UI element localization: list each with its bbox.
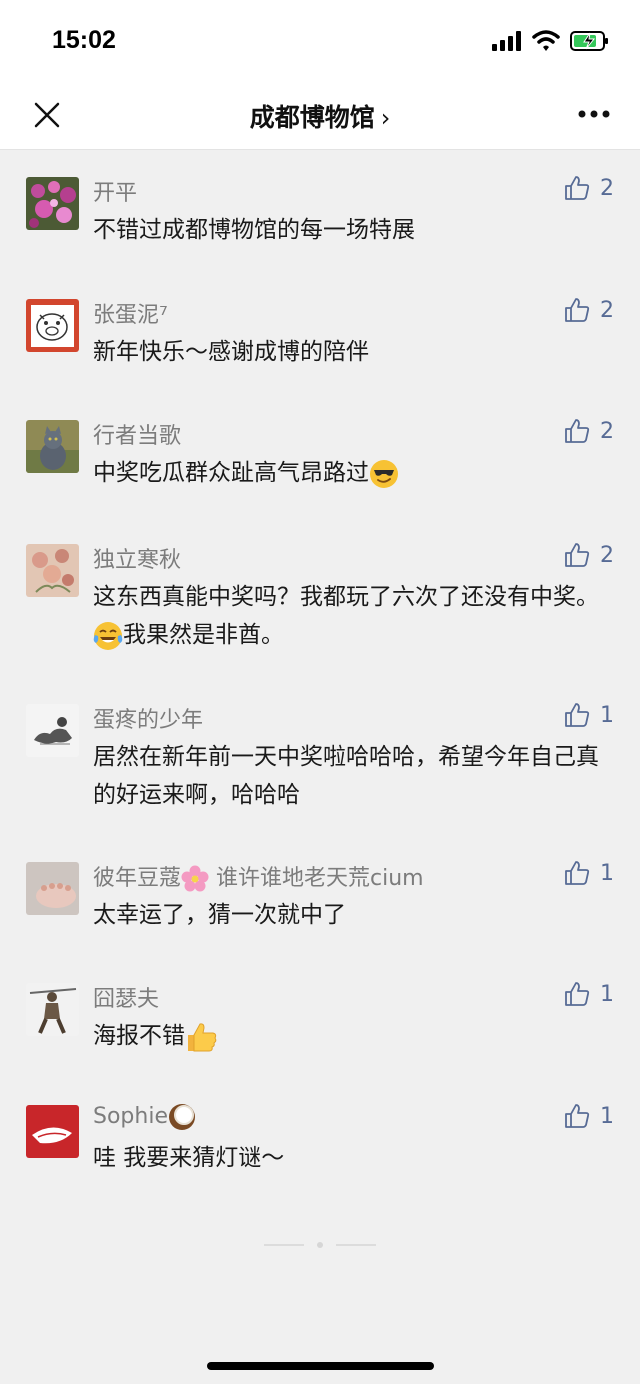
like-count: 2 (600, 175, 614, 201)
comment-text: 不错过成都博物馆的每一场特展 (93, 217, 415, 243)
avatar[interactable] (26, 420, 79, 473)
status-time: 15:02 (52, 26, 116, 54)
thumbs-up-icon (565, 703, 590, 727)
like-button[interactable]: 1 (564, 981, 614, 1007)
like-button[interactable]: 1 (564, 1103, 614, 1129)
like-count: 1 (600, 702, 614, 728)
comment-text-content: 我果然是非酋。 (123, 622, 284, 648)
chevron-right-icon: › (380, 104, 391, 132)
thumbs-up-icon (565, 1104, 590, 1128)
navigation-bar: 成都博物馆 › (0, 80, 640, 150)
page-title[interactable]: 成都博物馆 › (0, 98, 640, 134)
thumbs-up-icon (565, 176, 590, 200)
avatar[interactable] (26, 704, 79, 757)
avatar[interactable] (26, 862, 79, 915)
comment-text: 哇 我要来猜灯谜～ (93, 1145, 285, 1171)
like-button[interactable]: 2 (564, 175, 614, 201)
comment-author-part: 谁许谁地老天荒cium (209, 866, 424, 891)
coconut-emoji-icon (168, 1104, 195, 1130)
thumbs-up-icon (565, 982, 590, 1006)
page-title-text: 成都博物馆 (249, 103, 375, 132)
comment-author[interactable]: 彼年豆蔻 谁许谁地老天荒cium (93, 860, 424, 893)
like-button[interactable]: 1 (564, 860, 614, 886)
comment-author-part: Sophie (93, 1104, 168, 1129)
end-of-list-divider (264, 1242, 376, 1248)
wifi-icon (532, 30, 560, 51)
comment-text-content: 这东西真能中奖吗？我都玩了六次了还没有中奖。 (93, 584, 599, 610)
avatar[interactable] (26, 544, 79, 597)
comment-text-content: 海报不错 (93, 1023, 185, 1049)
comment-author[interactable]: 开平 (93, 175, 137, 207)
avatar[interactable] (26, 299, 79, 352)
like-count: 2 (600, 418, 614, 444)
thumbs-up-icon (565, 419, 590, 443)
comment-author[interactable]: 张蛋泥⁷ (93, 297, 168, 329)
cool-sunglasses-emoji-icon (370, 459, 398, 488)
cherry-blossom-emoji-icon (181, 865, 209, 892)
tears-of-joy-emoji-icon (93, 621, 123, 650)
comment-author-part: 彼年豆蔻 (93, 866, 182, 891)
comment-text: 居然在新年前一天中奖啦哈哈哈，希望今年自己真的好运来啊，哈哈哈 (93, 744, 599, 808)
like-button[interactable]: 2 (564, 542, 614, 568)
like-count: 2 (600, 297, 614, 323)
home-indicator[interactable] (207, 1362, 434, 1370)
comment-text: 中奖吃瓜群众趾高气昂路过 (93, 454, 603, 492)
comment-text: 太幸运了，猜一次就中了 (93, 902, 346, 928)
comment-text: 海报不错 (93, 1017, 603, 1055)
status-icons (492, 30, 610, 52)
status-bar: 15:02 (0, 0, 640, 80)
like-count: 1 (600, 981, 614, 1007)
like-count: 1 (600, 1103, 614, 1129)
comment-text: 新年快乐～感谢成博的陪伴 (93, 339, 369, 365)
cellular-signal-icon (492, 31, 521, 51)
like-count: 1 (600, 860, 614, 886)
like-button[interactable]: 2 (564, 297, 614, 323)
comment-author[interactable]: Sophie (93, 1103, 196, 1131)
avatar[interactable] (26, 1105, 79, 1158)
comment-author[interactable]: 蛋疼的少年 (93, 702, 203, 734)
battery-charging-icon (570, 31, 608, 51)
comment-text: 这东西真能中奖吗？我都玩了六次了还没有中奖。我果然是非酋。 (93, 578, 603, 654)
thumbs-up-emoji-icon (188, 1022, 217, 1051)
thumbs-up-icon (565, 298, 590, 322)
avatar[interactable] (26, 983, 79, 1036)
like-count: 2 (600, 542, 614, 568)
comment-author[interactable]: 行者当歌 (93, 418, 181, 450)
comment-author[interactable]: 囧瑟夫 (93, 981, 159, 1013)
thumbs-up-icon (565, 543, 590, 567)
like-button[interactable]: 2 (564, 418, 614, 444)
like-button[interactable]: 1 (564, 702, 614, 728)
avatar[interactable] (26, 177, 79, 230)
comment-text-content: 中奖吃瓜群众趾高气昂路过 (93, 460, 369, 486)
thumbs-up-icon (565, 861, 590, 885)
more-options-icon[interactable] (578, 110, 610, 118)
comment-author[interactable]: 独立寒秋 (93, 542, 181, 574)
